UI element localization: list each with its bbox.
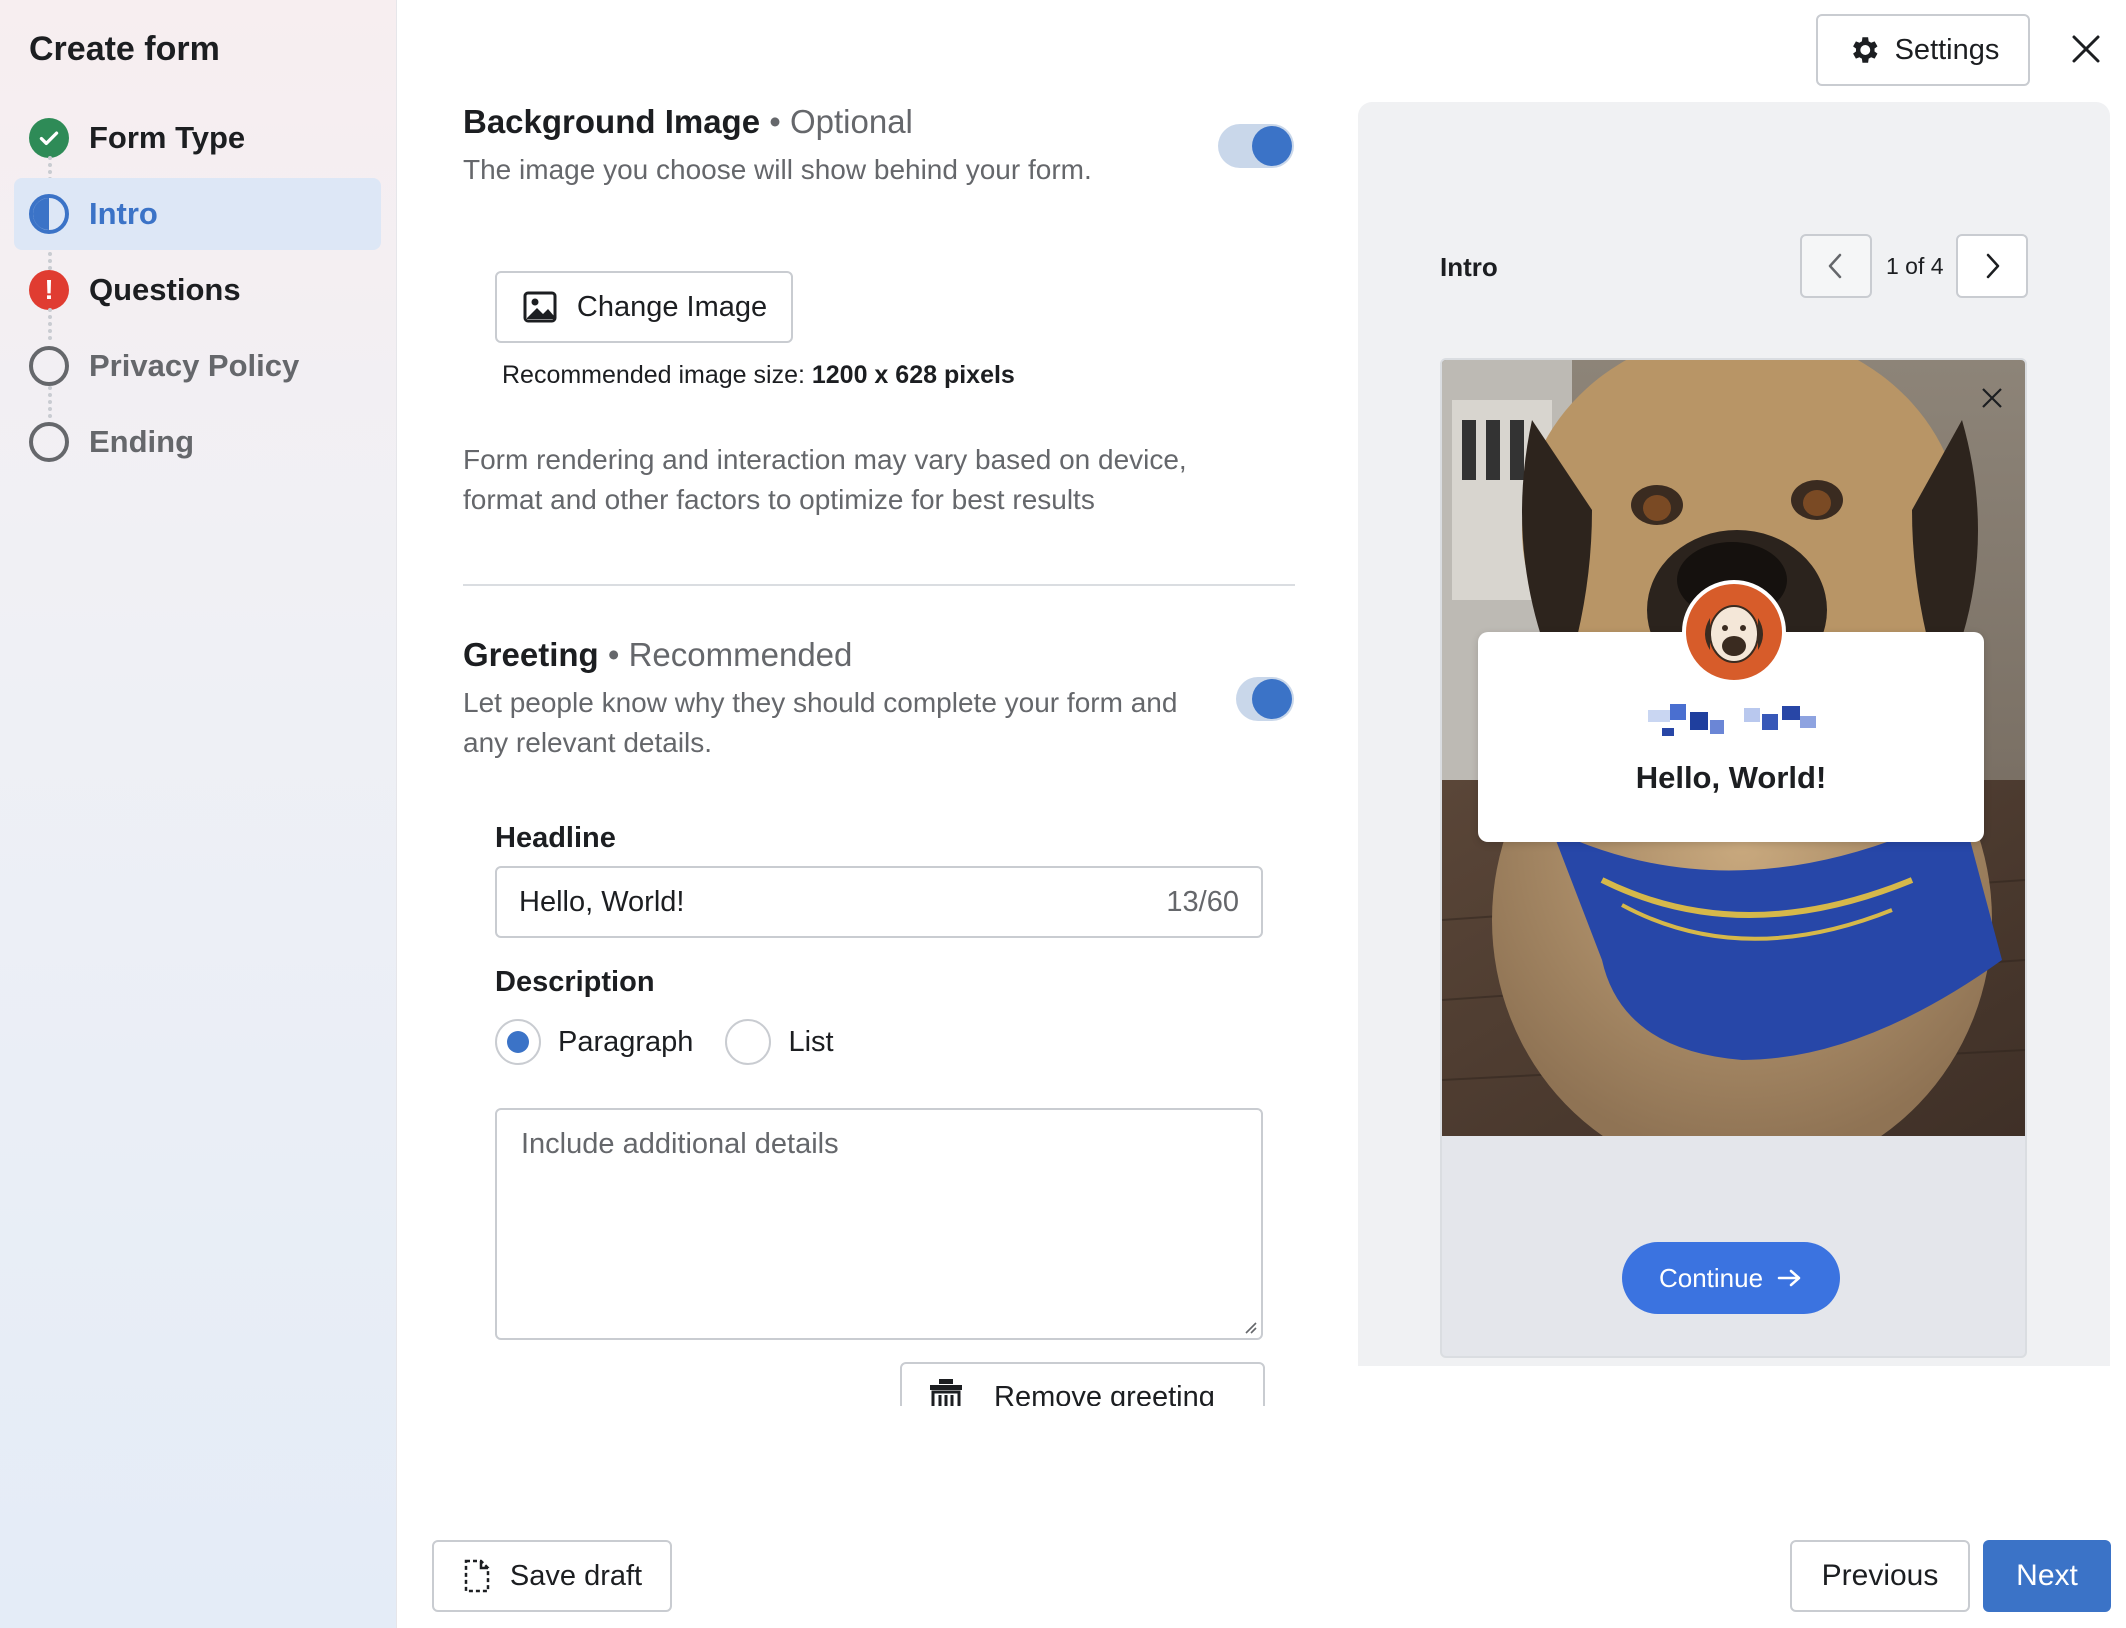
description-type-radio-group: Paragraph List [495,1019,866,1065]
continue-label: Continue [1658,1262,1764,1293]
save-draft-button[interactable]: Save draft [432,1540,672,1612]
check-icon [29,118,69,158]
previous-label: Previous [1821,1559,1939,1592]
step-intro[interactable]: Intro [14,178,381,250]
step-label: Questions [89,272,241,307]
error-icon: ! [29,270,69,310]
page-avatar [1682,580,1786,684]
greeting-toggle[interactable] [1236,677,1294,721]
continue-button[interactable]: Continue [1622,1242,1840,1314]
toggle-knob [1252,679,1292,719]
list-label: List [788,1025,834,1058]
chevron-left-icon [1828,253,1842,279]
step-label: Form Type [89,120,246,155]
arrow-right-icon [1777,1269,1801,1287]
character-count: 13/60 [1166,885,1239,918]
recommended-tag: • Recommended [607,636,853,673]
step-label: Privacy Policy [89,348,300,383]
close-icon[interactable] [2070,33,2102,65]
section-title-text: Background Image [463,103,761,140]
step-label: Intro [89,196,158,231]
chevron-right-icon [1986,253,2000,279]
change-image-label: Change Image [576,290,768,323]
preview-close-icon [1982,388,2002,408]
save-draft-label: Save draft [509,1559,643,1592]
pixelated-page-name [1648,704,1816,736]
empty-circle-icon [29,346,69,386]
step-questions[interactable]: ! Questions [14,254,381,326]
description-label: Description [495,966,655,998]
settings-label: Settings [1894,33,2000,66]
optional-tag: • Optional [769,103,913,140]
step-privacy-policy[interactable]: Privacy Policy [14,330,381,402]
description-line: any relevant details. [463,727,713,758]
description-line: Let people know why they should complete… [463,687,1178,718]
resize-grip-icon[interactable] [1241,1318,1257,1334]
previous-page-button[interactable] [1800,234,1872,298]
remove-greeting-clip: Remove greeting [900,1362,1265,1406]
gear-icon [1852,37,1878,63]
section-divider [463,584,1295,586]
page-indicator: 1 of 4 [1886,253,1944,279]
notice-line: format and other factors to optimize for… [463,484,1095,515]
greeting-description: Let people know why they should complete… [463,683,1177,763]
form-preview: Hello, World! Continue [1440,358,2027,1358]
step-ending[interactable]: Ending [14,406,381,478]
next-button[interactable]: Next [1983,1540,2111,1612]
recommended-value: 1200 x 628 pixels [811,361,1015,389]
remove-greeting-button[interactable]: Remove greeting [900,1362,1265,1406]
half-circle-icon [29,194,69,234]
details-placeholder: Include additional details [521,1128,839,1160]
next-label: Next [2016,1559,2078,1592]
image-icon [523,291,557,323]
dog-avatar-icon [1705,605,1763,663]
step-label: Ending [89,424,195,459]
remove-greeting-label: Remove greeting [994,1380,1215,1407]
sidebar: Create form Form Type Intro ! Questions … [0,0,397,1628]
paragraph-radio[interactable] [495,1019,541,1065]
rendering-notice: Form rendering and interaction may vary … [463,440,1187,520]
headline-value: Hello, World! [519,885,685,918]
card-headline: Hello, World! [1635,760,1827,795]
headline-input[interactable]: Hello, World! 13/60 [495,866,1263,938]
recommended-size: Recommended image size: 1200 x 628 pixel… [502,361,1015,390]
preview-title: Intro [1440,252,1498,282]
trash-icon [930,1379,962,1406]
background-image-toggle[interactable] [1218,124,1294,168]
toggle-knob [1252,126,1292,166]
next-page-button[interactable] [1956,234,2028,298]
list-radio[interactable] [725,1019,772,1065]
settings-button[interactable]: Settings [1816,14,2030,86]
empty-circle-icon [29,422,69,462]
sidebar-title: Create form [29,30,220,68]
previous-button[interactable]: Previous [1790,1540,1970,1612]
details-textarea[interactable]: Include additional details [495,1108,1263,1340]
document-icon [464,1559,490,1593]
paragraph-label: Paragraph [558,1025,694,1058]
section-title-text: Greeting [463,636,599,673]
greeting-title: Greeting • Recommended [463,636,852,674]
change-image-button[interactable]: Change Image [495,271,793,343]
headline-label: Headline [495,822,616,854]
step-form-type[interactable]: Form Type [14,102,381,174]
recommended-prefix: Recommended image size: [502,361,812,389]
background-image-description: The image you choose will show behind yo… [463,154,1092,185]
notice-line: Form rendering and interaction may vary … [463,444,1187,475]
background-image-title: Background Image • Optional [463,103,913,141]
